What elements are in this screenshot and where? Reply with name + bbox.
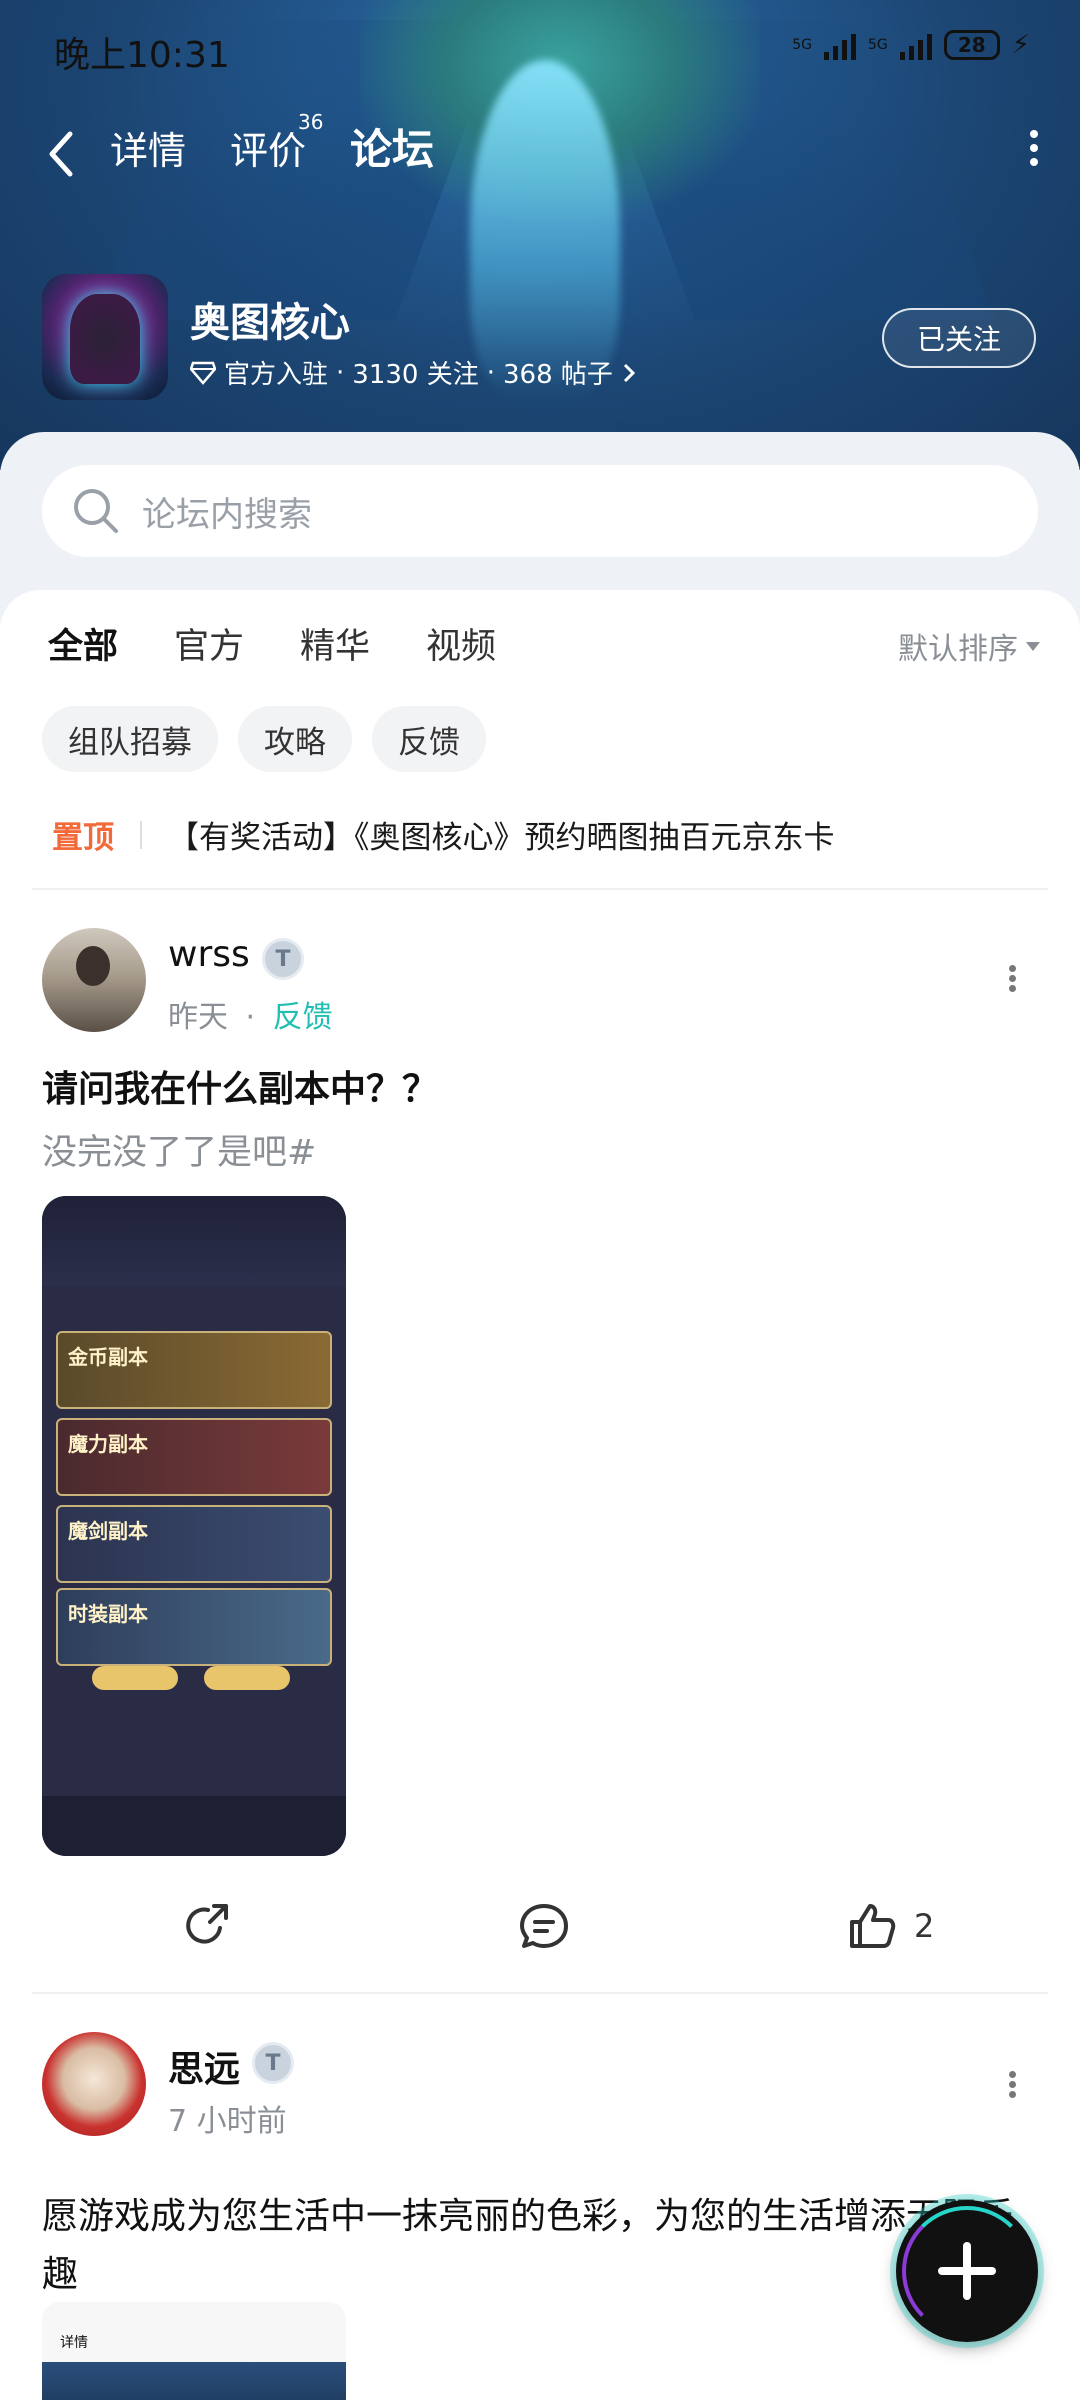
comment-icon: [520, 1904, 568, 1948]
share-button[interactable]: [180, 1896, 236, 1956]
dungeon-label: 时装副本: [68, 1602, 148, 1626]
follow-button[interactable]: 已关注: [882, 308, 1036, 368]
post-more-icon[interactable]: [1004, 962, 1020, 998]
share-icon: [186, 1904, 228, 1944]
tab-forum[interactable]: 论坛: [345, 116, 439, 177]
status-bar: 晚上10:31 5G 5G 28 ⚡: [0, 0, 1080, 100]
dungeon-card: 金币副本: [56, 1331, 332, 1409]
game-name: 奥图核心: [190, 300, 350, 346]
battery-icon: 28: [943, 30, 1000, 60]
topic-chips: 组队招募 攻略 反馈: [42, 706, 486, 772]
time-separator: ·: [245, 1000, 256, 1035]
meta-dot: ·: [336, 357, 345, 388]
meta-dot: ·: [486, 357, 495, 388]
chip-team-recruit[interactable]: 组队招募: [42, 706, 218, 772]
screenshot-banner: [42, 2362, 346, 2400]
post-title[interactable]: 请问我在什么副本中？？: [42, 1060, 438, 1112]
post-image[interactable]: 金币副本 魔力副本 魔剑副本 时装副本: [42, 1196, 346, 1856]
filter-tabs: 全部 官方 精华 视频: [48, 618, 496, 677]
author-name[interactable]: wrss: [168, 934, 250, 975]
dungeon-card: 魔力副本: [56, 1418, 332, 1496]
caret-down-icon: [1026, 641, 1040, 651]
tab-official[interactable]: 官方: [174, 618, 244, 669]
post-time: 昨天 · 反馈: [168, 992, 333, 1036]
avatar[interactable]: [42, 928, 146, 1032]
sort-dropdown[interactable]: 默认排序: [898, 624, 1040, 668]
network-label-2: 5G: [867, 37, 888, 53]
tab-featured[interactable]: 精华: [300, 618, 370, 669]
dungeon-card: 魔剑副本: [56, 1505, 332, 1583]
chip-guide[interactable]: 攻略: [238, 706, 352, 772]
comment-button[interactable]: [516, 1896, 572, 1956]
status-icons: 5G 5G 28 ⚡: [792, 30, 1030, 60]
more-options-icon[interactable]: [1024, 124, 1044, 184]
tab-reviews[interactable]: 评价: [230, 120, 306, 175]
back-arrow-icon[interactable]: [40, 124, 84, 184]
post-image[interactable]: 详情: [42, 2302, 346, 2400]
user-level-badge-icon: T: [262, 938, 304, 980]
tab-all[interactable]: 全部: [48, 618, 118, 677]
battery-level: 28: [957, 33, 986, 57]
like-count: 2: [914, 1907, 935, 1945]
tab-details[interactable]: 详情: [110, 120, 186, 175]
plus-icon: [938, 2242, 996, 2300]
official-label: 官方入驻: [224, 360, 329, 390]
search-icon: [74, 489, 118, 533]
followers-count: 3130 关注: [352, 360, 479, 390]
sort-label: 默认排序: [898, 632, 1018, 667]
pinned-post[interactable]: 置顶 【有奖活动】《奥图核心》预约晒图抽百元京东卡: [52, 812, 835, 857]
dungeon-label: 金币副本: [68, 1345, 148, 1369]
post-time: 7 小时前: [168, 2104, 287, 2139]
post-time-text: 昨天: [168, 1000, 228, 1035]
pinned-title: 【有奖活动】《奥图核心》预约晒图抽百元京东卡: [168, 820, 835, 856]
game-icon[interactable]: [42, 274, 168, 400]
search-placeholder: 论坛内搜索: [142, 494, 312, 535]
signal-icon-2: [899, 30, 932, 60]
post-body[interactable]: 愿游戏成为您生活中一抹亮丽的色彩，为您的生活增添无限乐趣: [42, 2188, 1042, 2304]
search-input[interactable]: 论坛内搜索: [42, 465, 1038, 557]
diamond-icon: [190, 361, 216, 385]
post-body[interactable]: 没完没了了是吧#: [42, 1124, 316, 1175]
avatar[interactable]: [42, 2032, 146, 2136]
game-meta[interactable]: 官方入驻 · 3130 关注 · 368 帖子: [190, 354, 637, 391]
screenshot-nav-label: 详情: [60, 2335, 88, 2351]
chevron-right-icon: [623, 363, 636, 382]
dungeon-label: 魔力副本: [68, 1432, 148, 1456]
user-level-badge-icon: T: [252, 2042, 294, 2084]
status-time: 晚上10:31: [54, 35, 230, 76]
top-nav: 详情 评价 36 论坛: [0, 110, 1080, 210]
game-screenshot-bottombar: [42, 1796, 346, 1856]
create-post-button[interactable]: [896, 2200, 1038, 2342]
charging-icon: ⚡: [1011, 30, 1030, 60]
reviews-count: 36: [298, 110, 324, 134]
divider: [32, 1992, 1048, 1994]
network-label-1: 5G: [792, 37, 812, 53]
dungeon-label: 魔剑副本: [68, 1519, 148, 1543]
thumbs-up-icon: [850, 1904, 896, 1948]
posts-count: 368 帖子: [502, 360, 613, 390]
dungeon-card: 时装副本: [56, 1588, 332, 1666]
signal-icon: [823, 30, 856, 60]
chip-feedback[interactable]: 反馈: [372, 706, 486, 772]
screenshot-buttons: [92, 1666, 290, 1690]
pinned-separator: [140, 820, 142, 849]
post-category[interactable]: 反馈: [273, 1000, 333, 1035]
tab-video[interactable]: 视频: [426, 618, 496, 669]
game-screenshot-topbar: [42, 1196, 346, 1286]
like-button[interactable]: 2: [844, 1896, 934, 1956]
divider: [32, 888, 1048, 890]
post-more-icon[interactable]: [1004, 2068, 1020, 2104]
author-name[interactable]: 思远: [168, 2040, 240, 2092]
pinned-tag: 置顶: [52, 820, 114, 856]
